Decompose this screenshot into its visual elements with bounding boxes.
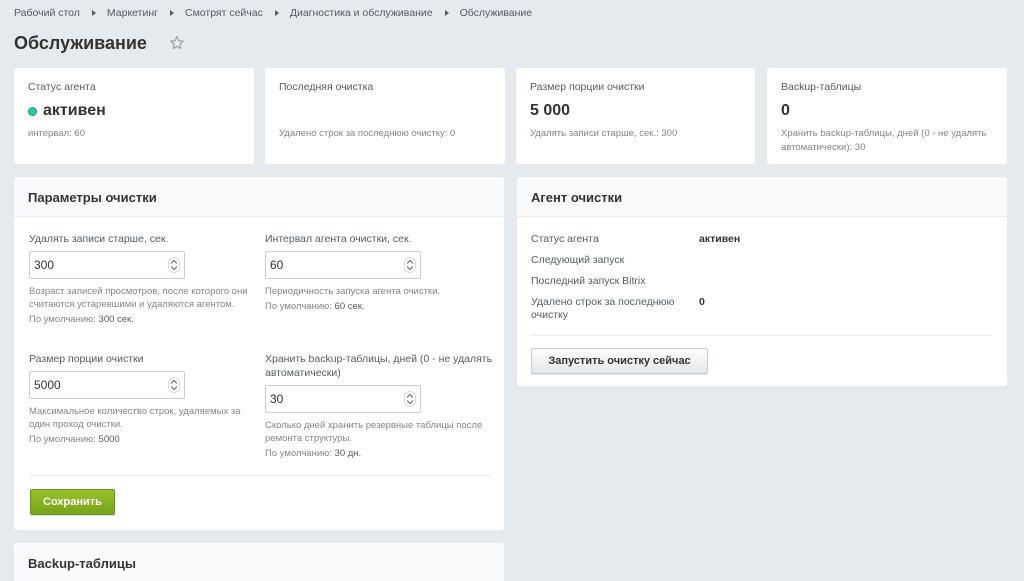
stat-value: 0 [781, 102, 790, 119]
panel-title: Backup-таблицы [14, 543, 504, 581]
breadcrumb-item-watching-now[interactable]: Смотрят сейчас [185, 7, 263, 19]
agent-interval-input[interactable] [265, 251, 421, 279]
divider [531, 335, 992, 336]
panel-title: Агент очистки [517, 177, 1007, 217]
field-backup-days: Хранить backup-таблицы, дней (0 - не уда… [265, 352, 493, 459]
stat-value [279, 101, 491, 121]
delete-older-field[interactable] [30, 252, 150, 278]
breadcrumb-item-desktop[interactable]: Рабочий стол [14, 7, 80, 19]
batch-size-field[interactable] [30, 372, 150, 398]
breadcrumb-arrow-icon [274, 10, 279, 16]
stat-value: 5 000 [530, 102, 571, 119]
default-label: По умолчанию: [29, 314, 96, 325]
stat-value: активен [28, 101, 240, 121]
run-cleanup-button[interactable]: Запустить очистку сейчас [531, 348, 708, 374]
backup-tables-panel: Backup-таблицы [14, 543, 504, 581]
field-delete-older: Удалять записи старше, сек. Возраст запи… [29, 232, 254, 325]
stat-note: интервал: 60 [28, 128, 85, 139]
breadcrumb-arrow-icon [169, 10, 174, 16]
panel-title: Параметры очистки [14, 177, 504, 217]
deleted-rows-value: 0 [699, 296, 705, 308]
agent-status-value: активен [43, 102, 106, 119]
status-dot-icon [28, 106, 37, 116]
field-help: Возраст записей просмотров, после которо… [29, 286, 248, 310]
field-label: Хранить backup-таблицы, дней (0 - не уда… [265, 353, 493, 379]
page-title: Обслуживание [14, 33, 147, 53]
breadcrumb-item-diagnostics[interactable]: Диагностика и обслуживание [290, 7, 433, 19]
backup-days-input[interactable] [265, 385, 421, 413]
default-value: 60 сек. [334, 301, 365, 312]
default-label: По умолчанию: [29, 434, 96, 445]
stepper-icon[interactable] [404, 257, 416, 273]
stat-card-batch-size: Размер порции очистки 5 000 Удалять запи… [516, 68, 755, 164]
stat-note: Удалять записи старше, сек.: 300 [530, 128, 678, 139]
default-value: 5000 [98, 434, 120, 445]
field-help: Сколько дней хранить резервные таблицы п… [265, 420, 483, 444]
star-icon[interactable] [168, 34, 186, 52]
stepper-icon[interactable] [168, 377, 180, 393]
cleanup-agent-panel: Агент очистки Статус агента активен След… [517, 177, 1007, 386]
delete-older-input[interactable] [29, 251, 185, 279]
stepper-icon[interactable] [168, 257, 180, 273]
breadcrumb: Рабочий стол Маркетинг Смотрят сейчас Ди… [14, 7, 532, 19]
stat-label: Статус агента [28, 81, 96, 93]
stepper-icon[interactable] [404, 391, 416, 407]
agent-row-label: Последний запуск Bitrix [531, 275, 646, 287]
stat-card-agent-status: Статус агента активен интервал: 60 [14, 68, 254, 164]
field-default: По умолчанию: 300 сек. [29, 314, 254, 325]
divider [29, 475, 490, 476]
stat-label: Размер порции очистки [530, 81, 645, 93]
default-value: 30 дн. [334, 448, 362, 459]
field-help: Максимальное количество строк, удаляемых… [29, 406, 241, 430]
field-agent-interval: Интервал агента очистки, сек. Периодично… [265, 232, 493, 312]
stat-card-last-cleanup: Последняя очистка Удалено строк за после… [265, 68, 505, 164]
field-help: Периодичность запуска агента очистки. [265, 286, 441, 297]
breadcrumb-arrow-icon [91, 10, 96, 16]
breadcrumb-item-maintenance[interactable]: Обслуживание [460, 7, 533, 19]
cleanup-params-panel: Параметры очистки Удалять записи старше,… [14, 177, 504, 530]
breadcrumb-item-marketing[interactable]: Маркетинг [107, 7, 158, 19]
stat-note: Хранить backup-таблицы, дней (0 - не уда… [781, 128, 987, 153]
batch-size-input[interactable] [29, 371, 185, 399]
field-label: Размер порции очистки [29, 353, 144, 365]
stat-label: Backup-таблицы [781, 81, 862, 93]
field-batch-size: Размер порции очистки Максимальное колич… [29, 352, 254, 445]
field-label: Интервал агента очистки, сек. [265, 233, 412, 245]
field-default: По умолчанию: 5000 [29, 434, 254, 445]
field-label: Удалять записи старше, сек. [29, 233, 169, 245]
save-button[interactable]: Сохранить [30, 489, 115, 515]
stat-card-backup-tables: Backup-таблицы 0 Хранить backup-таблицы,… [767, 68, 1007, 164]
stat-note: Удалено строк за последнюю очистку: 0 [279, 128, 456, 139]
breadcrumb-arrow-icon [444, 10, 449, 16]
agent-row-label: Удалено строк за последнюю очистку [531, 296, 675, 321]
field-default: По умолчанию: 60 сек. [265, 301, 493, 312]
agent-interval-field[interactable] [266, 252, 386, 278]
agent-row-label: Статус агента [531, 233, 599, 245]
agent-row-label: Следующий запуск [531, 254, 625, 266]
default-value: 300 сек. [98, 314, 134, 325]
agent-status-value: активен [699, 233, 741, 245]
default-label: По умолчанию: [265, 448, 332, 459]
default-label: По умолчанию: [265, 301, 332, 312]
stat-label: Последняя очистка [279, 81, 374, 93]
field-default: По умолчанию: 30 дн. [265, 448, 493, 459]
backup-days-field[interactable] [266, 386, 386, 412]
